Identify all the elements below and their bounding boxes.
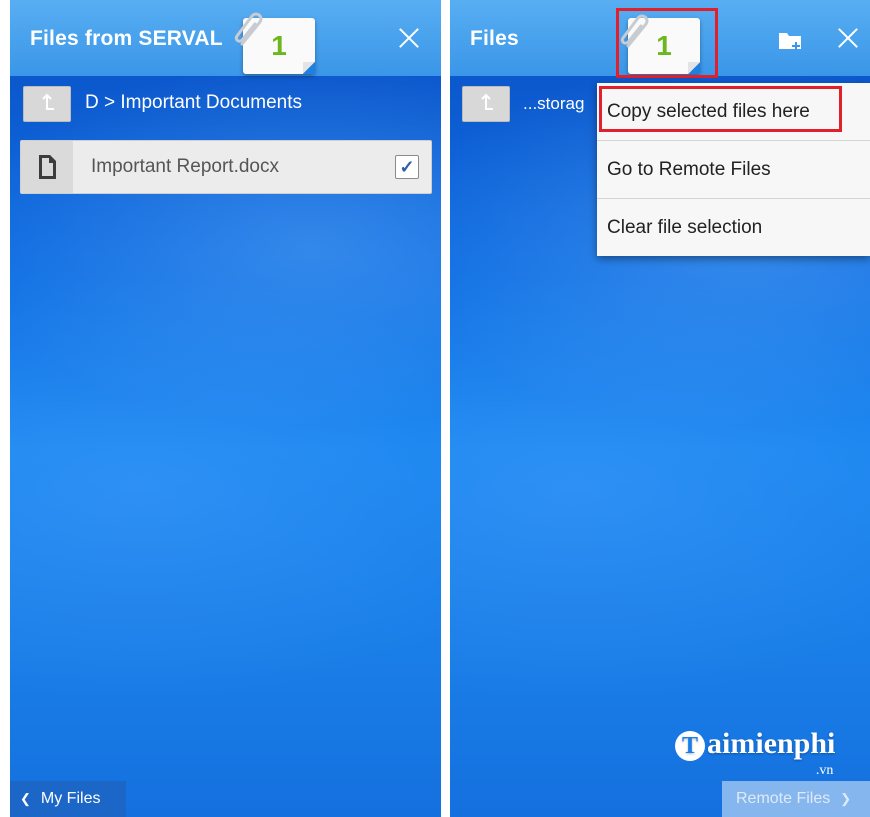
up-arrow-icon [42,93,54,110]
up-arrow-icon [481,93,493,110]
checkbox-icon[interactable]: ✓ [395,155,419,179]
watermark-logo: Taimienphi .vn [675,727,836,778]
file-row[interactable]: Important Report.docx ✓ [20,140,432,194]
right-file-panel: Files 1 ...storag Copy selected files he… [450,0,870,817]
chevron-right-icon: ❯ [840,791,852,806]
close-icon[interactable] [832,22,864,54]
menu-item-go-to-remote[interactable]: Go to Remote Files [597,141,870,199]
my-files-label: My Files [40,790,101,807]
paperclip-icon [234,12,263,46]
file-icon-box [21,141,73,193]
left-panel-title: Files from SERVAL [30,27,223,50]
selection-count: 1 [271,30,287,61]
new-folder-icon[interactable] [778,30,804,52]
copy-highlight-box [599,86,842,132]
breadcrumb: ...storag [523,94,585,113]
close-icon[interactable] [393,22,425,54]
note-fold [303,62,315,74]
logo-initial: T [675,731,705,761]
right-panel-title: Files [470,27,519,50]
left-topbar: Files from SERVAL [10,0,441,76]
my-files-button[interactable]: ❮ My Files [10,781,126,817]
badge-highlight-box [616,8,718,78]
remote-files-label: Remote Files [736,790,831,807]
menu-item-clear-selection[interactable]: Clear file selection [597,199,870,256]
left-file-panel: Files from SERVAL 1 D > Important Docume… [10,0,441,817]
logo-suffix: .vn [815,763,834,778]
remote-files-button[interactable]: Remote Files ❯ [722,781,870,817]
up-folder-button[interactable] [23,86,71,122]
breadcrumb: D > Important Documents [85,92,303,113]
document-icon [39,155,56,179]
logo-text: aimienphi [707,727,836,760]
up-folder-button[interactable] [462,86,510,122]
file-name: Important Report.docx [91,156,279,177]
chevron-left-icon: ❮ [20,791,31,806]
